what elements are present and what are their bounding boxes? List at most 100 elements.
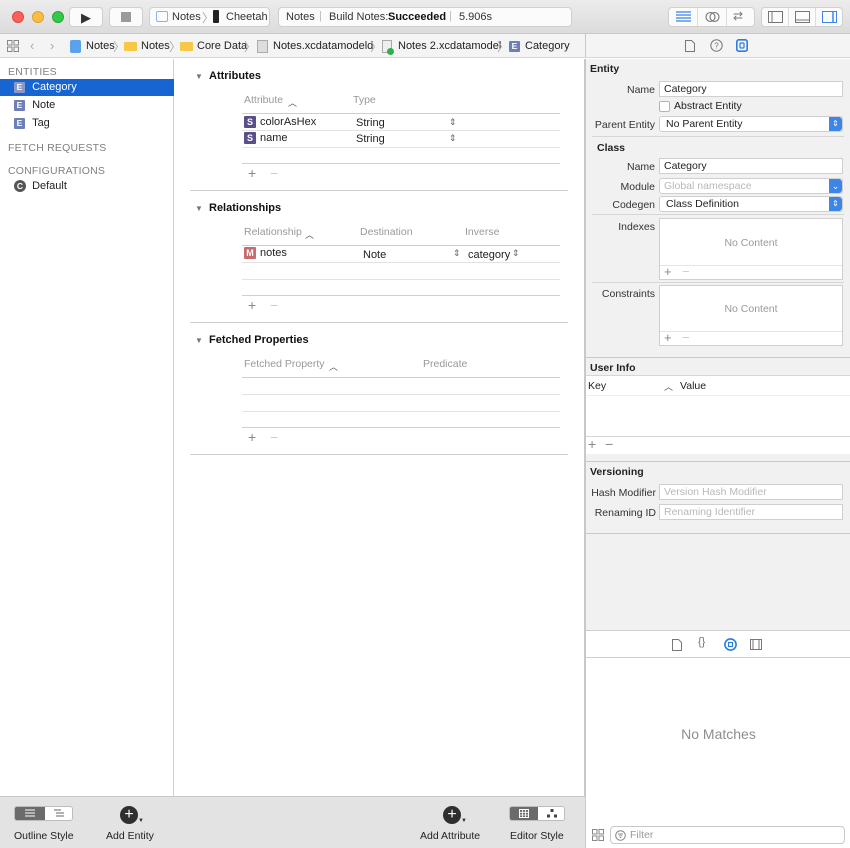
fetched-property-column-header[interactable]: Fetched Property (244, 358, 325, 370)
parent-entity-label: Parent Entity (594, 119, 655, 131)
scheme-selector[interactable]: Notes 〉 Cheetah (149, 7, 270, 27)
add-entity-button[interactable]: + (120, 806, 138, 824)
row-divider (242, 394, 560, 395)
renaming-id-field[interactable]: Renaming Identifier (659, 504, 843, 520)
no-matches-text: No Matches (681, 726, 756, 742)
breadcrumb-group-notes[interactable]: Notes (141, 40, 170, 52)
table-style-button[interactable] (510, 807, 538, 820)
add-user-info-plus-button[interactable]: + (588, 436, 596, 452)
codegen-popup[interactable]: Class Definition ⇕ (659, 196, 843, 212)
breadcrumb-group-core-data[interactable]: Core Data (197, 40, 247, 52)
back-arrow-icon[interactable]: ‹ (30, 38, 34, 53)
disclosure-triangle-icon[interactable]: ▼ (195, 204, 203, 213)
sidebar-item-note[interactable]: E Note (0, 97, 174, 114)
hash-modifier-field[interactable]: Version Hash Modifier (659, 484, 843, 500)
add-attribute-plus-button[interactable]: + (248, 165, 256, 181)
toggle-utilities-button[interactable] (816, 8, 844, 26)
remove-attribute-minus-button[interactable]: − (270, 165, 278, 181)
relationship-name[interactable]: notes (260, 247, 287, 259)
version-editor-button[interactable]: ⇄ (727, 8, 756, 26)
disclosure-triangle-icon[interactable]: ▼ (195, 72, 203, 81)
predicate-column-header[interactable]: Predicate (423, 358, 467, 370)
add-entity-label: Add Entity (106, 830, 154, 842)
type-column-header[interactable]: Type (353, 94, 376, 106)
hierarchical-outline-button[interactable] (45, 807, 72, 820)
plus-icon: + (124, 806, 134, 823)
chevron-down-icon[interactable]: ⌄ (829, 179, 842, 193)
section-divider (190, 190, 568, 191)
editor-style-control (509, 806, 565, 821)
media-library-icon[interactable] (750, 639, 762, 650)
library-filter-field[interactable]: Filter (610, 826, 845, 844)
stop-button[interactable] (109, 7, 143, 27)
remove-fetched-property-minus-button[interactable]: − (270, 429, 278, 445)
add-relationship-plus-button[interactable]: + (248, 297, 256, 313)
inverse-column-header[interactable]: Inverse (465, 226, 499, 238)
string-type-icon: S (244, 116, 256, 128)
sidebar-item-tag[interactable]: E Tag (0, 115, 174, 132)
codegen-value: Class Definition (666, 198, 739, 210)
attribute-type-popup[interactable]: String (356, 117, 385, 129)
forward-arrow-icon[interactable]: › (50, 38, 54, 53)
file-templates-icon[interactable] (672, 639, 682, 651)
model-bundle-icon (257, 40, 268, 53)
attribute-row[interactable]: S name String ⇕ (242, 131, 560, 147)
outline-style-label: Outline Style (14, 830, 74, 842)
assistant-editor-button[interactable] (698, 8, 727, 26)
data-model-inspector-icon[interactable] (736, 39, 748, 52)
attribute-type-popup[interactable]: String (356, 133, 385, 145)
sidebar-item-category[interactable]: E Category (0, 79, 174, 96)
run-button[interactable]: ▶ (69, 7, 103, 27)
breadcrumb-project[interactable]: Notes (86, 40, 115, 52)
file-inspector-icon[interactable] (685, 40, 695, 52)
module-combo-box[interactable]: Global namespace ⌄ (659, 178, 843, 194)
add-constraint-plus-button[interactable]: + (664, 330, 672, 345)
relationship-column-header[interactable]: Relationship (244, 226, 302, 238)
key-column-header[interactable]: Key (588, 380, 606, 392)
flat-outline-button[interactable] (15, 807, 45, 820)
disclosure-triangle-icon[interactable]: ▼ (195, 336, 203, 345)
inverse-popup[interactable]: category (468, 249, 510, 261)
add-index-plus-button[interactable]: + (664, 264, 672, 279)
breadcrumb-entity[interactable]: Category (525, 40, 570, 52)
grid-view-icon[interactable] (592, 829, 604, 841)
abstract-entity-checkbox[interactable] (659, 101, 670, 112)
breadcrumb-xcdatamodel[interactable]: Notes 2.xcdatamodel (398, 40, 501, 52)
table-bottom-divider (242, 163, 560, 164)
related-items-grid-icon[interactable] (7, 40, 19, 52)
add-attribute-button[interactable]: + (443, 806, 461, 824)
remove-constraint-minus-button[interactable]: − (682, 330, 690, 345)
section-divider (586, 357, 850, 358)
entity-name-field[interactable]: Category (659, 81, 843, 97)
object-library-icon[interactable] (724, 638, 737, 651)
remove-user-info-minus-button[interactable]: − (605, 436, 613, 452)
graph-style-button[interactable] (538, 807, 564, 820)
code-snippets-icon[interactable]: {} (698, 636, 705, 648)
remove-relationship-minus-button[interactable]: − (270, 297, 278, 313)
row-divider (242, 411, 560, 412)
value-column-header[interactable]: Value (680, 380, 706, 392)
relationship-row[interactable]: M notes Note ⇕ category ⇕ (242, 246, 560, 262)
destination-column-header[interactable]: Destination (360, 226, 413, 238)
attribute-row[interactable]: S colorAsHex String ⇕ (242, 114, 560, 130)
close-window-button[interactable] (12, 11, 24, 23)
destination-popup[interactable]: Note (363, 249, 386, 261)
class-name-field[interactable]: Category (659, 158, 843, 174)
remove-index-minus-button[interactable]: − (682, 264, 690, 279)
standard-editor-button[interactable] (669, 8, 698, 26)
minimize-window-button[interactable] (32, 11, 44, 23)
zoom-window-button[interactable] (52, 11, 64, 23)
breadcrumb-xcdatamodeld[interactable]: Notes.xcdatamodeld (273, 40, 373, 52)
add-fetched-property-plus-button[interactable]: + (248, 429, 256, 445)
attribute-column-header[interactable]: Attribute (244, 94, 283, 106)
activity-divider: | (319, 10, 322, 22)
parent-entity-popup[interactable]: No Parent Entity ⇕ (659, 116, 843, 132)
quick-help-icon[interactable]: ? (710, 39, 723, 52)
attribute-name[interactable]: colorAsHex (260, 116, 316, 128)
sort-ascending-icon: ︿ (305, 230, 315, 240)
fetched-properties-section-title: Fetched Properties (209, 334, 309, 346)
sidebar-item-default-configuration[interactable]: C Default (0, 178, 174, 195)
attribute-name[interactable]: name (260, 132, 288, 144)
toggle-debug-area-button[interactable] (789, 8, 816, 26)
toggle-navigator-button[interactable] (762, 8, 789, 26)
